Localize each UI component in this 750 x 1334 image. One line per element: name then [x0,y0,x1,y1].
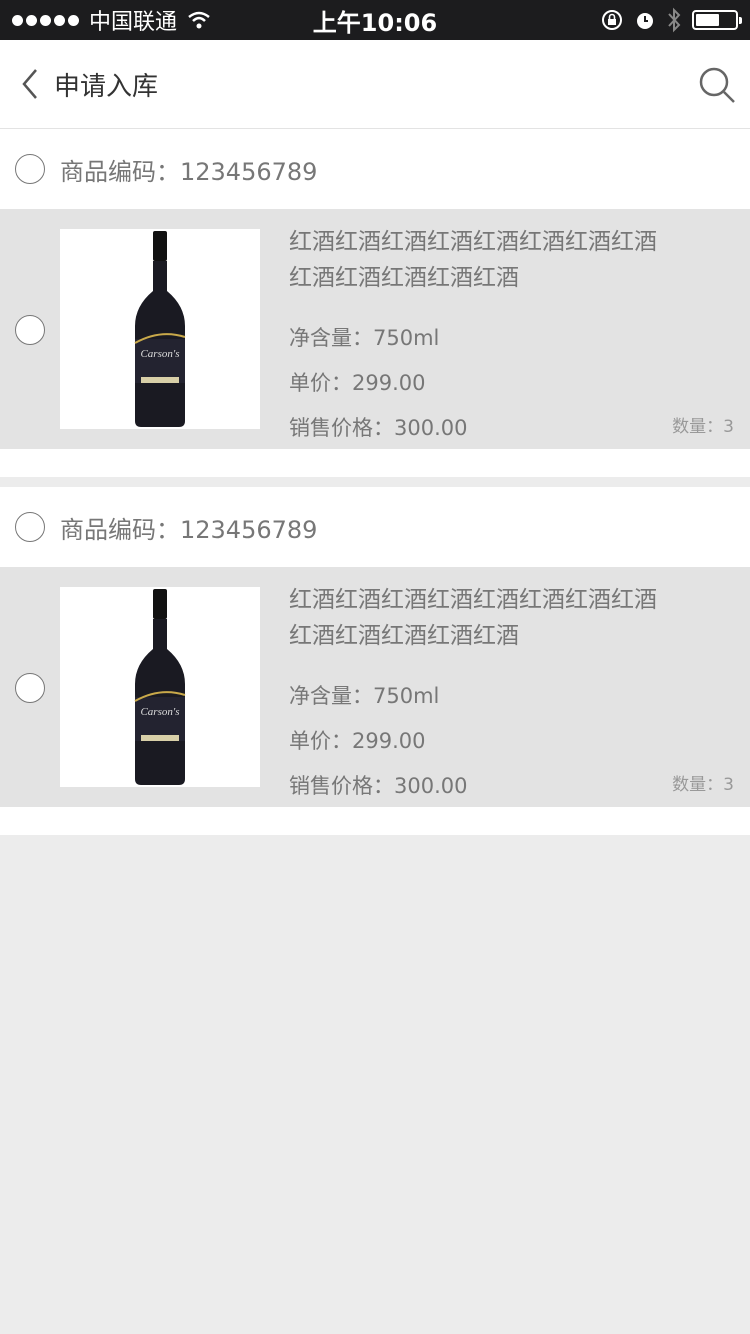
signal-icon [12,14,79,26]
search-icon [699,67,735,103]
sale-price: 销售价格：300.00 [289,774,468,798]
group-header: 商品编码：123456789 [0,487,750,567]
group-select-radio[interactable] [15,512,45,542]
product-name: 红酒红酒红酒红酒红酒红酒红酒红酒红酒红酒红酒红酒红酒 [289,587,657,649]
quantity-label: 数量：3 [672,775,734,795]
group-footer [0,449,750,477]
product-info: 红酒红酒红酒红酒红酒红酒红酒红酒红酒红酒红酒红酒红酒 净含量：750ml 单价：… [289,582,679,798]
quantity-label: 数量：3 [672,417,734,437]
chevron-left-icon [22,69,37,99]
wine-bottle-icon: Carson's [60,229,260,429]
product-item[interactable]: Carson's 红酒红酒红酒红酒红酒红酒红酒红酒红酒红酒红酒红酒红酒 净含量：… [0,567,750,807]
unit-price: 单价：299.00 [289,729,426,753]
item-select-radio[interactable] [15,315,45,345]
status-right [600,7,742,33]
svg-text:Carson's: Carson's [140,348,179,360]
nav-bar: 申请入库 [0,40,750,129]
page-title: 申请入库 [54,71,159,102]
status-bar: 中国联通 上午10:06 [0,0,750,40]
status-left: 中国联通 [12,4,211,36]
wifi-icon [188,11,210,29]
search-button[interactable] [694,62,740,108]
product-group: 商品编码：123456789 Carson's 红酒红酒红酒红酒红酒红酒红酒红酒… [0,129,750,477]
item-select-radio[interactable] [15,673,45,703]
sale-price: 销售价格：300.00 [289,416,468,440]
wine-bottle-icon: Carson's [60,587,260,787]
product-code: 商品编码：123456789 [60,515,318,544]
product-group: 商品编码：123456789 Carson's 红酒红酒红酒红酒红酒红酒红酒红酒… [0,487,750,835]
carrier-label: 中国联通 [89,10,178,35]
product-item[interactable]: Carson's 红酒红酒红酒红酒红酒红酒红酒红酒红酒红酒红酒红酒红酒 净含量：… [0,209,750,449]
product-info: 红酒红酒红酒红酒红酒红酒红酒红酒红酒红酒红酒红酒红酒 净含量：750ml 单价：… [289,224,679,440]
group-footer [0,807,750,835]
battery-icon [692,10,742,30]
unit-price: 单价：299.00 [289,371,426,395]
net-content: 净含量：750ml [289,326,440,350]
alarm-icon [637,13,653,29]
group-header: 商品编码：123456789 [0,129,750,209]
product-name: 红酒红酒红酒红酒红酒红酒红酒红酒红酒红酒红酒红酒红酒 [289,229,657,291]
rotation-lock-icon [602,10,622,30]
svg-text:Carson's: Carson's [140,706,179,718]
group-select-radio[interactable] [15,154,45,184]
product-code: 商品编码：123456789 [60,157,318,186]
back-button[interactable] [6,40,54,129]
bluetooth-icon [668,7,681,33]
net-content: 净含量：750ml [289,684,440,708]
